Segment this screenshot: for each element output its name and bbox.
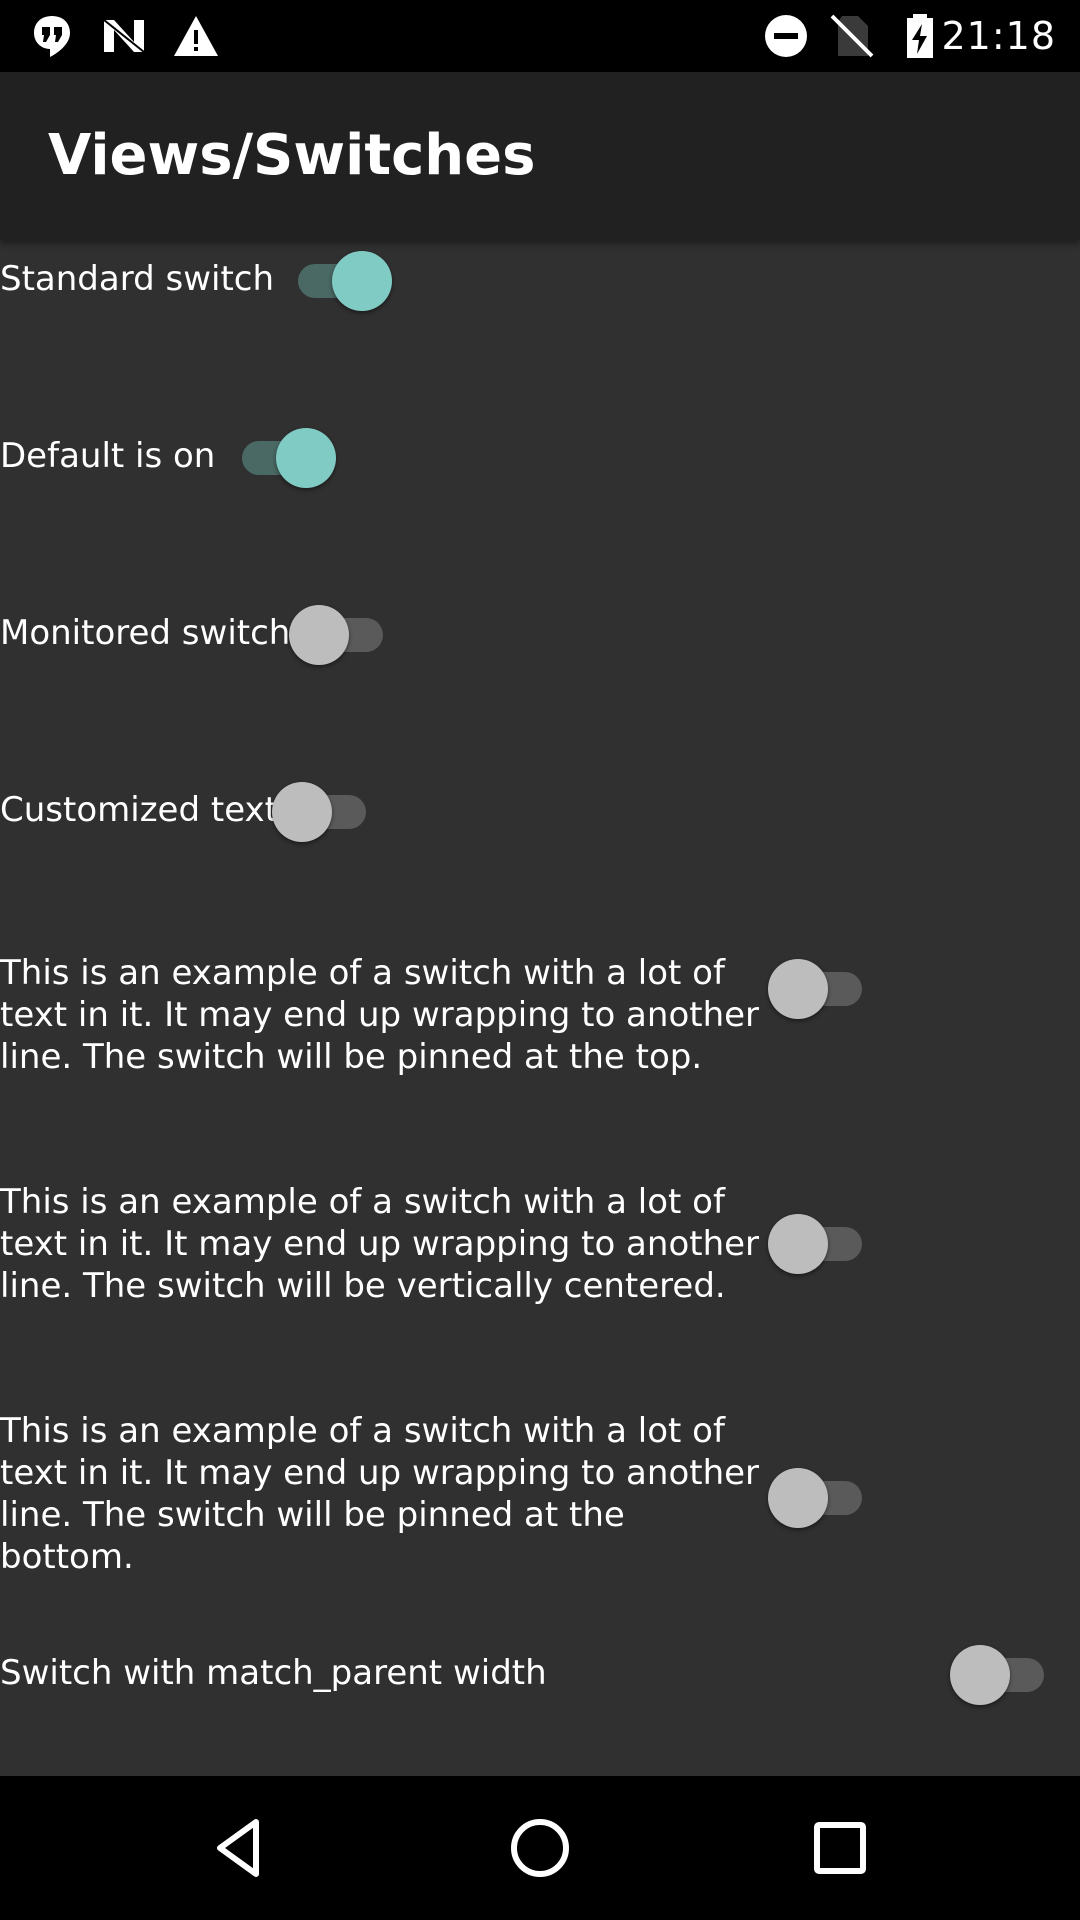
navigation-bar [0,1776,1080,1920]
page-title: Views/Switches [48,123,536,188]
status-bar: 21:18 [0,0,1080,72]
switch-thumb [332,251,392,311]
back-icon[interactable] [204,1812,276,1884]
switch-label-centered: This is an example of a switch with a lo… [0,1182,760,1306]
switch-list: Standard switch Default is on Monitored … [0,240,1080,1776]
pinned-top-switch[interactable] [768,957,868,1019]
switch-thumb [768,1214,828,1274]
battery-charging-icon [896,12,944,60]
switch-label-pinned-bottom: This is an example of a switch with a lo… [0,1411,760,1577]
home-icon[interactable] [504,1812,576,1884]
switch-thumb [289,605,349,665]
switch-thumb [272,782,332,842]
switch-thumb [768,1468,828,1528]
hangouts-icon [28,12,76,60]
n-icon [100,12,148,60]
match-parent-switch[interactable] [950,1643,1050,1705]
switch-thumb [276,428,336,488]
no-sim-icon [828,12,876,60]
pinned-bottom-switch[interactable] [768,1466,868,1528]
app-toolbar: Views/Switches [0,72,1080,240]
switch-label-pinned-top: This is an example of a switch with a lo… [0,953,760,1077]
monitored-switch[interactable] [289,603,389,665]
switch-label-standard: Standard switch [0,259,275,299]
default-on-switch[interactable] [236,426,336,488]
switch-label-match-parent: Switch with match_parent width [0,1653,547,1693]
switch-label-customized: Customized text [0,790,278,830]
switch-label-default-on: Default is on [0,436,216,476]
do-not-disturb-icon [762,12,810,60]
centered-switch[interactable] [768,1212,868,1274]
recents-icon[interactable] [804,1812,876,1884]
switch-thumb [950,1645,1010,1705]
status-time: 21:18 [941,14,1056,58]
switch-thumb [768,959,828,1019]
warning-icon [172,12,220,60]
customized-text-switch[interactable] [272,780,372,842]
standard-switch[interactable] [292,249,392,311]
switch-label-monitored: Monitored switch [0,613,291,653]
